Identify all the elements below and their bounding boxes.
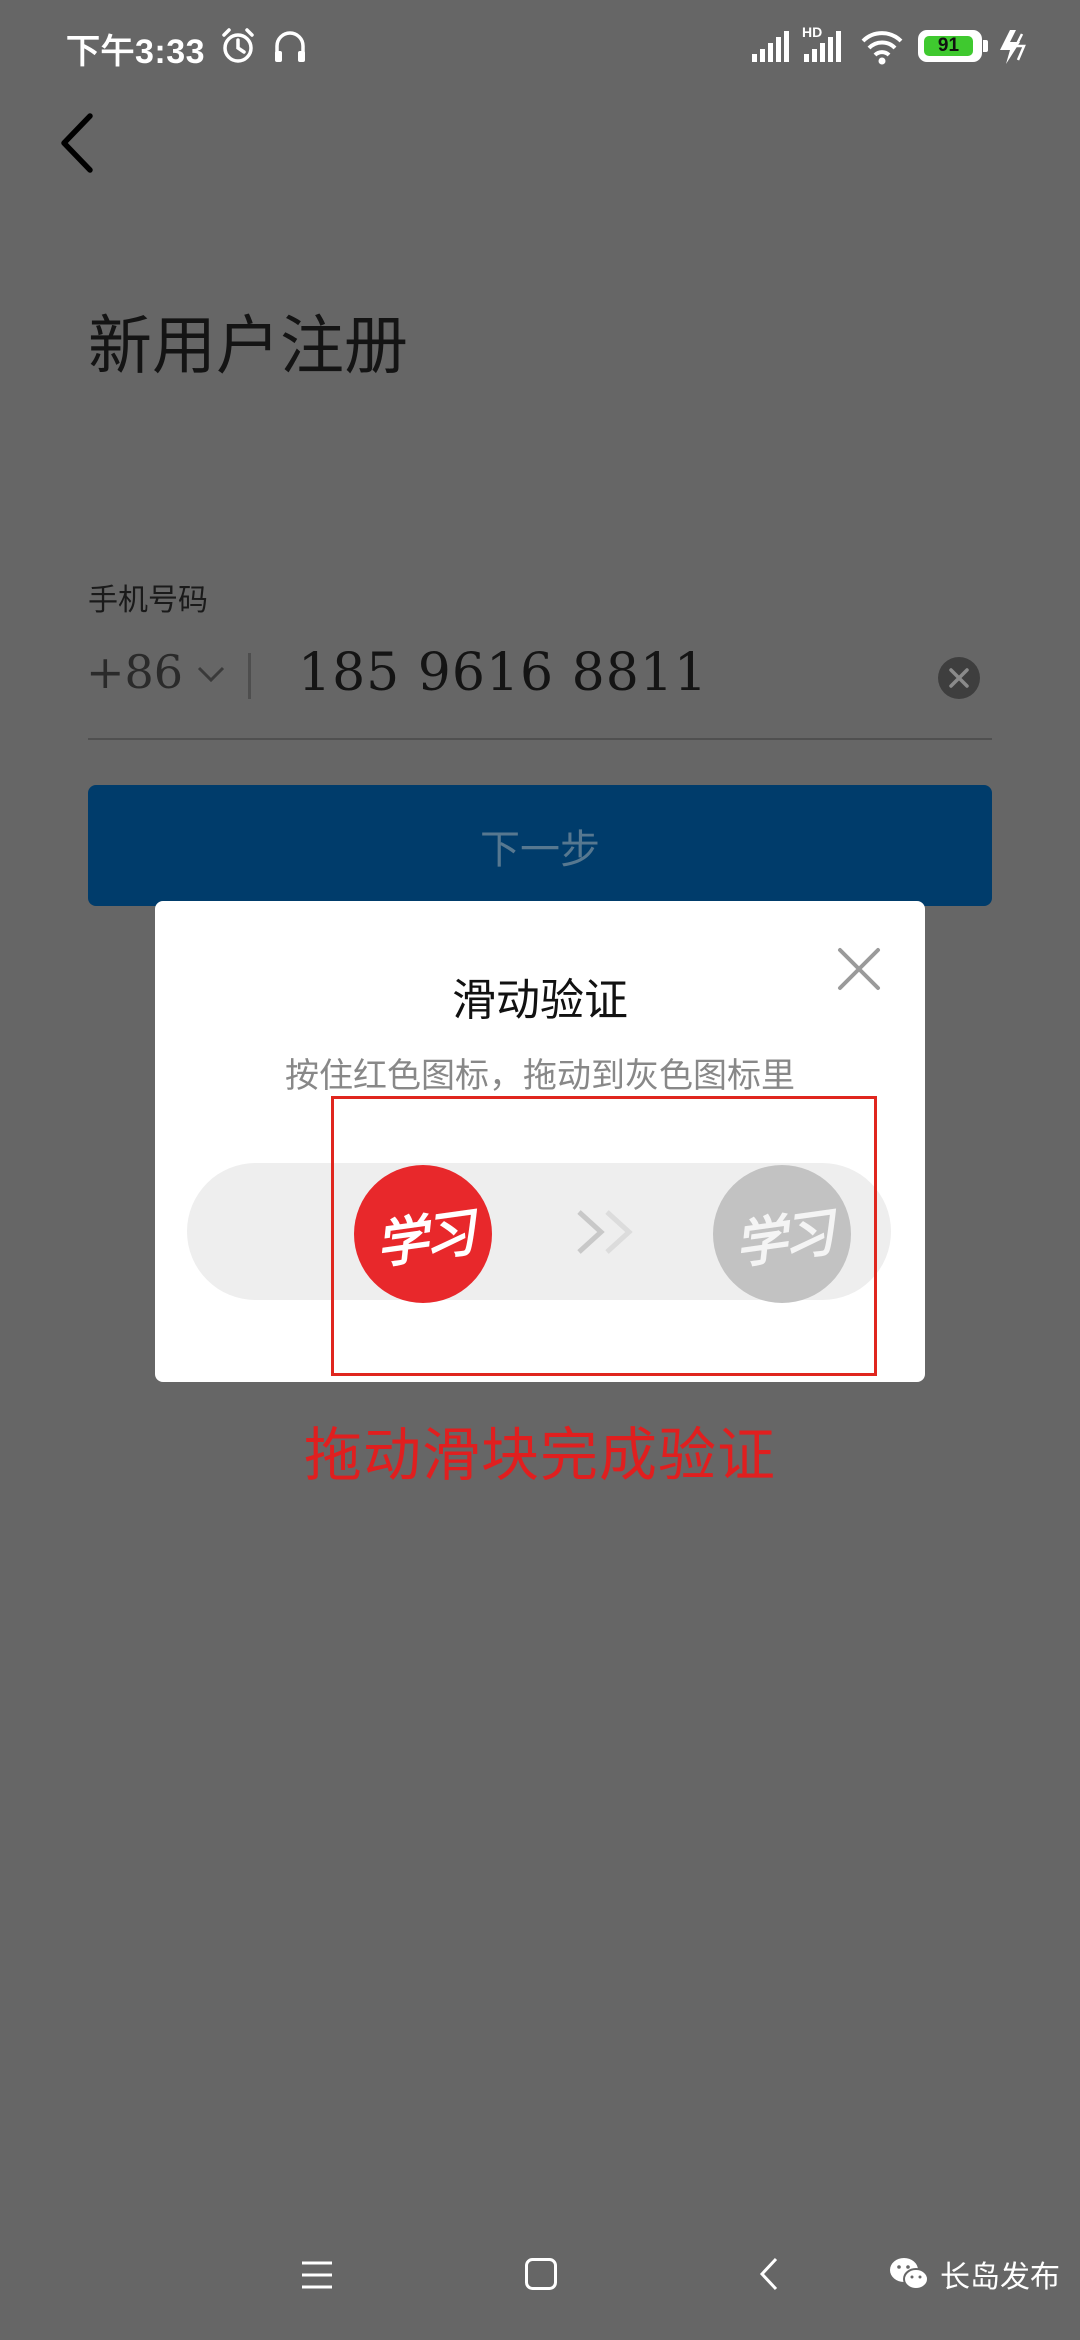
- battery-nub: [983, 40, 988, 52]
- input-divider: [248, 653, 251, 699]
- recent-apps-icon[interactable]: [300, 2260, 334, 2290]
- annotation-text: 拖动滑块完成验证: [303, 1421, 776, 1489]
- close-icon[interactable]: [837, 947, 881, 991]
- back-arrow-icon[interactable]: [54, 110, 100, 176]
- input-underline: [88, 738, 992, 740]
- watermark: 长岛发布: [888, 2252, 1060, 2296]
- battery-fill: 91: [924, 36, 973, 56]
- page-title: 新用户注册: [88, 310, 408, 384]
- signal-icon: [804, 31, 841, 62]
- status-bar: 下午3:33 HD 91: [0, 0, 1080, 96]
- headset-icon: [275, 31, 305, 62]
- dialog-instruction: 按住红色图标，拖动到灰色图标里: [285, 1056, 795, 1096]
- signal-icon: [752, 31, 789, 62]
- chevron-down-icon[interactable]: [196, 662, 226, 686]
- dialog-title: 滑动验证: [452, 975, 628, 1026]
- status-time: 下午3:33: [66, 33, 206, 71]
- nav-back-icon[interactable]: [758, 2256, 780, 2292]
- phone-number-label: 手机号码: [88, 583, 208, 618]
- charging-icon: [1000, 30, 1026, 64]
- clear-input-icon[interactable]: [937, 656, 981, 700]
- battery-icon: 91: [918, 30, 982, 62]
- home-icon[interactable]: [524, 2257, 558, 2291]
- highlight-box: [331, 1096, 877, 1376]
- country-code-selector[interactable]: +86: [86, 645, 183, 699]
- watermark-text: 长岛发布: [940, 2260, 1060, 2295]
- next-step-button[interactable]: 下一步: [88, 785, 992, 906]
- wifi-icon: [861, 31, 903, 65]
- alarm-icon: [222, 28, 254, 63]
- battery-level: 91: [937, 35, 960, 56]
- wechat-icon: [890, 2258, 929, 2290]
- phone-number-input[interactable]: 185 9616 8811: [298, 643, 708, 703]
